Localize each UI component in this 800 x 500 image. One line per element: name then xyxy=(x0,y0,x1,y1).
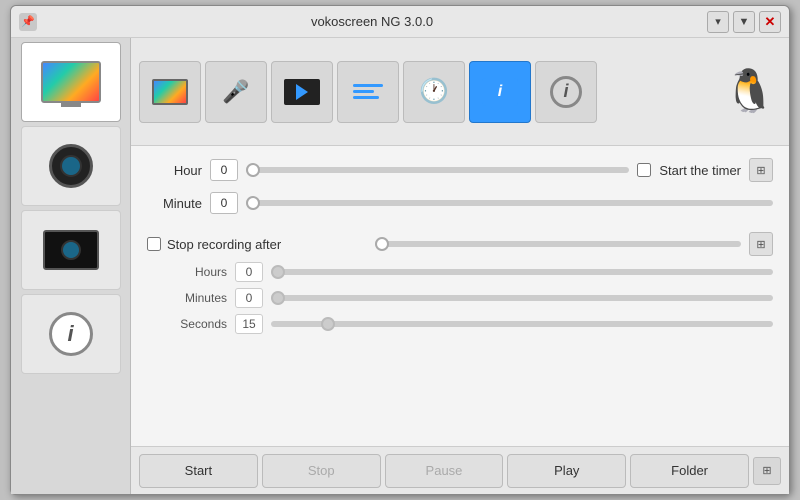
sliders-icon xyxy=(353,84,383,99)
hour-label: Hour xyxy=(147,163,202,178)
hours-sub-thumb[interactable] xyxy=(271,265,285,279)
main-window: 📌 vokoscreen NG 3.0.0 ▾ ▼ ✕ xyxy=(10,5,790,495)
sidebar-item-info[interactable]: i xyxy=(21,294,121,374)
video-icon xyxy=(284,79,320,105)
sidebar-item-webcam[interactable] xyxy=(21,126,121,206)
slider-line-2-icon xyxy=(353,90,374,93)
stop-button[interactable]: Stop xyxy=(262,454,381,488)
minutes-label: Minutes xyxy=(167,291,227,305)
hours-sub-track[interactable] xyxy=(271,269,773,275)
seconds-sub-value: 15 xyxy=(235,314,263,334)
main-area: i 🎤 xyxy=(11,38,789,494)
sidebar-item-screencast[interactable] xyxy=(21,210,121,290)
toolbar: 🎤 🕐 xyxy=(131,38,789,146)
pin-button[interactable]: 📌 xyxy=(19,13,37,31)
minute-slider-thumb[interactable] xyxy=(246,196,260,210)
minute-label: Minute xyxy=(147,196,202,211)
screen-mini-icon xyxy=(152,79,188,105)
start-timer-label: Start the timer xyxy=(659,163,741,178)
hour-value: 0 xyxy=(210,159,238,181)
start-timer-checkbox[interactable] xyxy=(637,163,651,177)
hour-slider-track[interactable] xyxy=(246,167,629,173)
seconds-sub-row: Seconds 15 xyxy=(147,314,773,334)
stop-recording-section: Stop recording after ⊞ Hours 0 xyxy=(147,232,773,334)
seconds-sub-thumb[interactable] xyxy=(321,317,335,331)
linux-tux-icon: 🐧 xyxy=(719,61,781,123)
play-triangle-icon xyxy=(296,84,308,100)
folder-button[interactable]: Folder xyxy=(630,454,749,488)
titlebar: 📌 vokoscreen NG 3.0.0 ▾ ▼ ✕ xyxy=(11,6,789,38)
sidebar: i xyxy=(11,38,131,494)
stop-recording-checkbox[interactable] xyxy=(147,237,161,251)
info-icon: i xyxy=(49,312,93,356)
screencast-icon xyxy=(43,230,99,270)
minute-slider-track[interactable] xyxy=(246,200,773,206)
tab-screen[interactable] xyxy=(139,61,201,123)
screencast-lens-icon xyxy=(61,240,81,260)
hour-slider-thumb[interactable] xyxy=(246,163,260,177)
tab-settings[interactable] xyxy=(337,61,399,123)
timer-info-button[interactable]: ⊞ xyxy=(749,158,773,182)
mic-icon: 🎤 xyxy=(222,79,249,105)
info-circle-icon: i xyxy=(550,76,582,108)
hours-sub-row: Hours 0 xyxy=(147,262,773,282)
minutes-sub-row: Minutes 0 xyxy=(147,288,773,308)
hours-slider-thumb[interactable] xyxy=(375,237,389,251)
hours-label: Hours xyxy=(167,265,227,279)
tab-timer[interactable]: 🕐 xyxy=(403,61,465,123)
hour-row: Hour 0 Start the timer ⊞ xyxy=(147,158,773,182)
tab-video[interactable] xyxy=(271,61,333,123)
clock-icon: 🕐 xyxy=(419,77,449,106)
pause-button[interactable]: Pause xyxy=(385,454,504,488)
dropdown-button[interactable]: ▾ xyxy=(707,11,729,33)
hours-sub-value: 0 xyxy=(235,262,263,282)
stop-info-button[interactable]: ⊞ xyxy=(749,232,773,256)
close-button[interactable]: ✕ xyxy=(759,11,781,33)
start-button[interactable]: Start xyxy=(139,454,258,488)
tab-info[interactable]: i xyxy=(535,61,597,123)
minute-row: Minute 0 xyxy=(147,192,773,214)
stop-recording-label: Stop recording after xyxy=(167,237,281,252)
seconds-label: Seconds xyxy=(167,317,227,331)
slider-line-3-icon xyxy=(353,96,379,99)
tab-chat[interactable]: i xyxy=(469,61,531,123)
chat-active-icon: i xyxy=(482,78,518,106)
webcam-icon xyxy=(49,144,93,188)
minutes-sub-track[interactable] xyxy=(271,295,773,301)
window-title: vokoscreen NG 3.0.0 xyxy=(37,14,707,29)
webcam-lens-icon xyxy=(60,155,82,177)
chat-i-icon: i xyxy=(498,83,502,101)
tab-mic[interactable]: 🎤 xyxy=(205,61,267,123)
minutes-sub-thumb[interactable] xyxy=(271,291,285,305)
minute-value: 0 xyxy=(210,192,238,214)
window-controls: ▾ ▼ ✕ xyxy=(707,11,781,33)
screen-icon xyxy=(41,61,101,103)
minutes-sub-value: 0 xyxy=(235,288,263,308)
expand-button[interactable]: ⊞ xyxy=(753,457,781,485)
sidebar-item-screen[interactable] xyxy=(21,42,121,122)
minimize-button[interactable]: ▼ xyxy=(733,11,755,33)
seconds-sub-track[interactable] xyxy=(271,321,773,327)
main-content: Hour 0 Start the timer ⊞ Minute 0 xyxy=(131,146,789,446)
play-button[interactable]: Play xyxy=(507,454,626,488)
stop-header-row: Stop recording after ⊞ xyxy=(147,232,773,256)
content-area: 🎤 🕐 xyxy=(131,38,789,494)
slider-line-1-icon xyxy=(353,84,383,87)
hours-slider-track[interactable] xyxy=(375,241,741,247)
bottom-toolbar: Start Stop Pause Play Folder ⊞ xyxy=(131,446,789,494)
